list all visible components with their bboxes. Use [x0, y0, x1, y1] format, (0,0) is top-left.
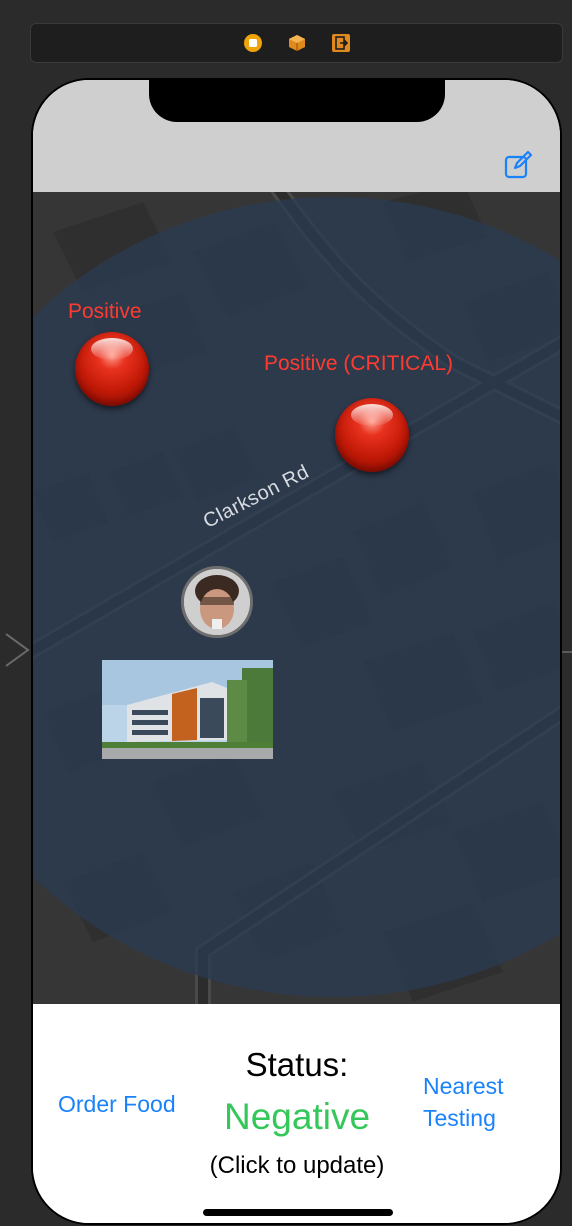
- building-photo[interactable]: [102, 660, 273, 759]
- notch: [149, 80, 445, 122]
- building-image: [102, 660, 273, 759]
- first-responder-icon[interactable]: [287, 33, 307, 53]
- user-avatar[interactable]: [181, 566, 253, 638]
- critical-case-pin[interactable]: [335, 398, 409, 472]
- pin-label-positive: Positive: [68, 300, 142, 323]
- avatar-image: [184, 569, 250, 635]
- pin-label-positive-critical: Positive (CRITICAL): [264, 352, 454, 375]
- segue-arrow-icon: [5, 633, 30, 667]
- status-update-hint[interactable]: (Click to update): [33, 1152, 560, 1180]
- map-view[interactable]: Clarkson Rd Positive Positive (CRITICAL): [33, 192, 560, 1004]
- scene-dock: [30, 23, 563, 63]
- view-controller-icon[interactable]: [243, 33, 263, 53]
- status-value[interactable]: Negative: [33, 1096, 560, 1138]
- status-panel: Order Food Nearest Testing Status: Negat…: [33, 1004, 560, 1223]
- home-indicator: [203, 1209, 393, 1216]
- segue-line: [561, 651, 572, 653]
- phone-frame: Clarkson Rd Positive Positive (CRITICAL): [31, 78, 562, 1225]
- status-title: Status:: [245, 1046, 349, 1083]
- exit-icon[interactable]: [331, 33, 351, 53]
- positive-case-pin[interactable]: [75, 332, 149, 406]
- compose-icon[interactable]: [503, 150, 533, 180]
